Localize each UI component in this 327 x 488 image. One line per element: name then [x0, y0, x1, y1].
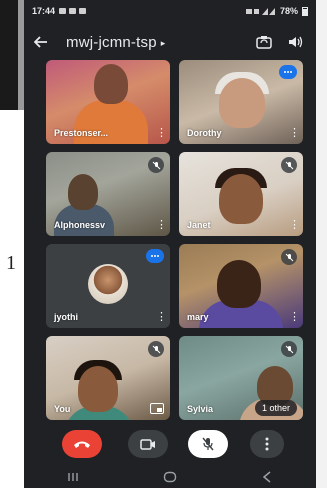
participant-tile[interactable]: Alphonessv ⋮: [46, 152, 170, 236]
background-strip: [316, 0, 327, 488]
self-view-tile[interactable]: You: [46, 336, 170, 420]
participant-name: mary: [187, 312, 209, 322]
camera-toggle-button[interactable]: [128, 430, 168, 458]
flip-camera-button[interactable]: [252, 30, 276, 54]
participant-name: Janet: [187, 220, 211, 230]
avatar: [88, 264, 128, 304]
call-controls: [24, 424, 316, 464]
participant-video: [78, 366, 118, 412]
participant-tile[interactable]: jyothi ⋮: [46, 244, 170, 328]
chevron-right-icon: ▸: [160, 37, 166, 48]
mic-off-icon: [281, 157, 297, 173]
back-button[interactable]: [24, 24, 58, 60]
more-options-button[interactable]: [250, 430, 284, 458]
battery-icon: [302, 6, 308, 16]
participant-name: jyothi: [54, 312, 78, 322]
end-call-button[interactable]: [62, 430, 102, 458]
meeting-header: mwj-jcmn-tsp ▸: [24, 24, 316, 60]
more-vert-icon[interactable]: ⋮: [156, 220, 167, 231]
audio-output-button[interactable]: [284, 30, 308, 54]
more-vert-icon[interactable]: ⋮: [156, 312, 167, 323]
participant-video: [68, 174, 98, 210]
more-vert-icon[interactable]: ⋮: [289, 220, 300, 231]
status-right: 78%: [245, 6, 308, 16]
more-vert-icon[interactable]: ⋮: [289, 128, 300, 139]
mic-off-icon: [148, 157, 164, 173]
participant-video: [219, 78, 265, 128]
participant-video: [217, 260, 261, 308]
status-bar: 17:44 78%: [24, 0, 316, 22]
status-time: 17:44: [32, 6, 56, 16]
picture-in-picture-icon[interactable]: [150, 403, 164, 414]
participant-video: [219, 174, 263, 224]
home-icon: [163, 471, 177, 483]
background-glyph: 1: [6, 252, 16, 274]
participant-tile[interactable]: mary ⋮: [179, 244, 303, 328]
speaker-icon: [289, 36, 303, 48]
arrow-left-icon: [34, 36, 47, 48]
app-notification-icon: [79, 8, 87, 14]
participant-tile[interactable]: Prestonser... ⋮: [46, 60, 170, 144]
image-notification-icon: [59, 8, 67, 14]
video-camera-icon: [140, 438, 155, 450]
mic-off-icon: [202, 437, 214, 451]
other-participants-chip[interactable]: 1 other: [254, 400, 297, 416]
mic-off-icon: [281, 341, 297, 357]
chevron-left-icon: [263, 471, 271, 483]
participant-name: Sylvia: [187, 404, 214, 414]
participant-name: Alphonessv: [54, 220, 106, 230]
mic-toggle-button[interactable]: [188, 430, 228, 458]
flip-camera-icon: [256, 36, 272, 49]
recent-apps-button[interactable]: [53, 467, 93, 487]
battery-percent: 78%: [279, 6, 298, 16]
participant-name: Prestonser...: [54, 128, 109, 138]
more-vert-icon: [265, 437, 269, 451]
phone-screen: 17:44 78% mwj-jcmn-tsp ▸ Prestonser... ⋮…: [24, 0, 316, 488]
mic-off-icon: [281, 249, 297, 265]
system-nav-bar: [24, 466, 316, 488]
participant-tile[interactable]: Dorothy ⋮: [179, 60, 303, 144]
speaking-indicator-icon: [279, 65, 297, 79]
recents-icon: [67, 473, 78, 481]
participant-tile[interactable]: Sylvia 1 other: [179, 336, 303, 420]
system-back-button[interactable]: [247, 467, 287, 487]
participant-name: You: [54, 404, 71, 414]
participant-video: [94, 64, 128, 104]
header-actions: [252, 30, 316, 54]
participant-tile[interactable]: Janet ⋮: [179, 152, 303, 236]
more-vert-icon[interactable]: ⋮: [156, 128, 167, 139]
signal-wifi-icon: [245, 7, 275, 15]
notification-icons: [59, 8, 87, 14]
meeting-code: mwj-jcmn-tsp: [66, 33, 157, 51]
meeting-title-button[interactable]: mwj-jcmn-tsp ▸: [66, 34, 165, 51]
participant-name: Dorothy: [187, 128, 222, 138]
more-vert-icon[interactable]: ⋮: [289, 312, 300, 323]
home-button[interactable]: [150, 467, 190, 487]
background-photo-edge: [0, 0, 24, 110]
mic-off-icon: [148, 341, 164, 357]
phone-hangup-icon: [74, 441, 90, 448]
mail-notification-icon: [69, 8, 77, 14]
speaking-indicator-icon: [146, 249, 164, 263]
